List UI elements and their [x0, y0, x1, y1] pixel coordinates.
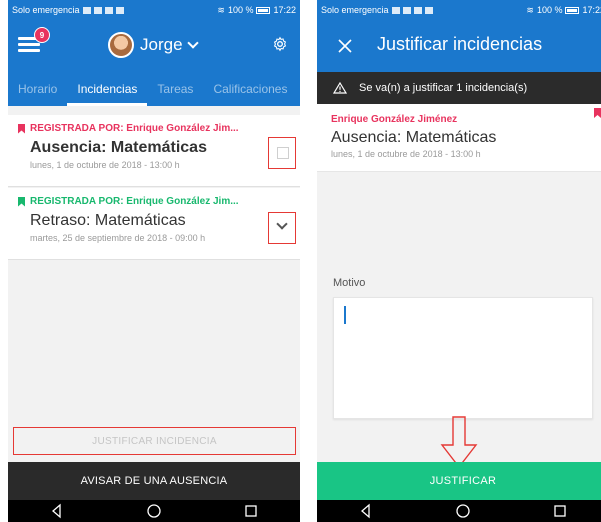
- tab-incidencias[interactable]: Incidencias: [67, 82, 148, 106]
- reason-textarea[interactable]: [333, 297, 593, 419]
- user-name: Jorge: [140, 35, 183, 54]
- recents-icon[interactable]: [552, 503, 568, 519]
- menu-icon-bar: [18, 43, 40, 46]
- tab-tareas[interactable]: Tareas: [147, 82, 203, 106]
- battery-label: 100 %: [227, 5, 254, 15]
- home-icon[interactable]: [146, 503, 162, 519]
- back-icon[interactable]: [49, 503, 65, 519]
- incident-date: lunes, 1 de octubre de 2018 - 13:00 h: [331, 149, 481, 159]
- battery-icon: [565, 6, 580, 14]
- registered-by-row: REGISTRADA POR: Enrique González Jim...: [18, 123, 290, 134]
- back-icon[interactable]: [358, 503, 374, 519]
- justify-incidents-screen: Solo emergencia ≋ 100 % 17:22 Justificar…: [317, 0, 601, 522]
- incident-date: martes, 25 de septiembre de 2018 - 09:00…: [30, 233, 206, 243]
- page-title: Justificar incidencias: [377, 34, 543, 54]
- bookmark-icon: [594, 108, 601, 118]
- registered-by-label: REGISTRADA POR: Enrique González Jim...: [30, 196, 239, 207]
- wifi-icon: ≋: [217, 4, 225, 15]
- clock: 17:22: [582, 5, 601, 15]
- incident-card[interactable]: REGISTRADA POR: Enrique González Jim... …: [8, 188, 300, 260]
- user-selector[interactable]: Jorge: [108, 32, 199, 58]
- close-icon[interactable]: [337, 38, 353, 54]
- incident-author: Enrique González Jiménez: [331, 114, 458, 125]
- app-header: Justificar incidencias: [317, 20, 601, 72]
- status-bar: Solo emergencia ≋ 100 % 17:22: [317, 0, 601, 20]
- wifi-icon: ≋: [526, 4, 534, 15]
- info-notice: Se va(n) a justificar 1 incidencia(s): [317, 72, 601, 104]
- avatar: [108, 32, 134, 58]
- notification-icons: [82, 6, 124, 14]
- battery-label: 100 %: [536, 5, 563, 15]
- tab-calificaciones[interactable]: Calificaciones: [203, 82, 297, 106]
- notice-text: Se va(n) a justificar 1 incidencia(s): [359, 82, 528, 94]
- status-bar: Solo emergencia ≋ 100 % 17:22: [8, 0, 300, 20]
- recents-icon[interactable]: [243, 503, 259, 519]
- bookmark-icon: [18, 197, 25, 207]
- registered-by-row: REGISTRADA POR: Enrique González Jim...: [18, 196, 290, 207]
- text-caret: [344, 306, 346, 324]
- incident-card[interactable]: REGISTRADA POR: Enrique González Jim... …: [8, 115, 300, 187]
- warning-icon: [333, 82, 347, 94]
- menu-icon-bar: [18, 49, 40, 52]
- reason-label: Motivo: [333, 277, 366, 289]
- carrier-label: Solo emergencia: [12, 5, 80, 15]
- home-icon[interactable]: [455, 503, 471, 519]
- incident-title: Retraso: Matemáticas: [30, 212, 186, 229]
- justify-incident-button[interactable]: JUSTIFICAR INCIDENCIA: [13, 427, 296, 455]
- notify-absence-button[interactable]: AVISAR DE UNA AUSENCIA: [8, 462, 300, 500]
- notification-badge: 9: [34, 27, 50, 43]
- incident-detail: Enrique González Jiménez Ausencia: Matem…: [317, 104, 601, 172]
- tab-bar: Horario Incidencias Tareas Calificacione…: [8, 72, 300, 106]
- chevron-down-icon: [186, 37, 199, 49]
- incidents-list-screen: Solo emergencia ≋ 100 % 17:22 9 Jorge Ho…: [8, 0, 300, 522]
- bookmark-icon: [18, 124, 25, 134]
- gear-icon[interactable]: [272, 36, 288, 52]
- battery-icon: [256, 6, 271, 14]
- app-header: 9 Jorge: [8, 20, 300, 72]
- incident-title: Ausencia: Matemáticas: [331, 129, 497, 146]
- justify-button[interactable]: JUSTIFICAR: [317, 462, 601, 500]
- carrier-label: Solo emergencia: [321, 5, 389, 15]
- menu-button[interactable]: 9: [18, 27, 50, 58]
- tab-horario[interactable]: Horario: [8, 82, 67, 106]
- comparison-screens: Solo emergencia ≋ 100 % 17:22 9 Jorge Ho…: [0, 0, 601, 522]
- clock: 17:22: [273, 5, 296, 15]
- system-nav-bar: [317, 500, 601, 522]
- incident-date: lunes, 1 de octubre de 2018 - 13:00 h: [30, 160, 180, 170]
- system-nav-bar: [8, 500, 300, 522]
- registered-by-label: REGISTRADA POR: Enrique González Jim...: [30, 123, 239, 134]
- incident-title: Ausencia: Matemáticas: [30, 139, 207, 156]
- select-checkbox[interactable]: [277, 147, 289, 159]
- notification-icons: [391, 6, 433, 14]
